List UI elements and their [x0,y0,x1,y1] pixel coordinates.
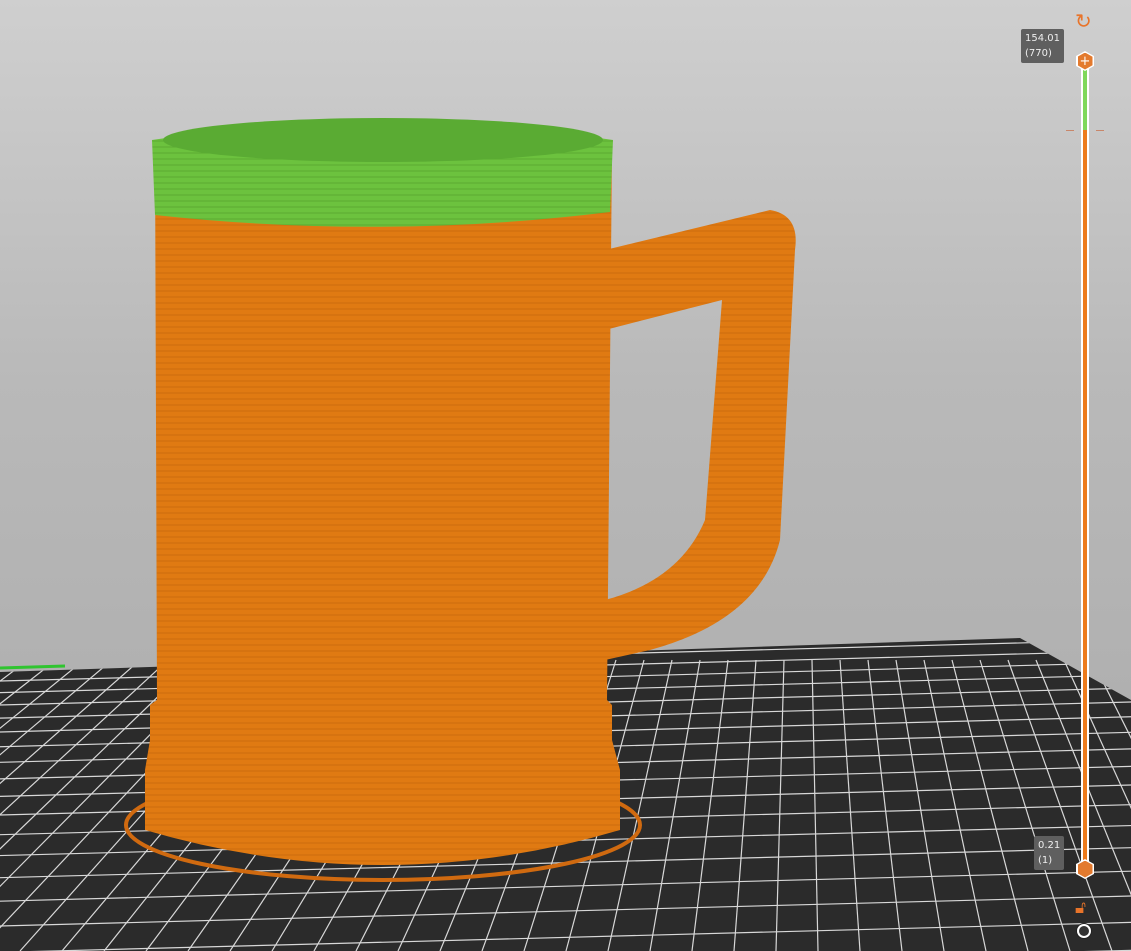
unlock-icon[interactable]: 🔓︎ [1075,898,1086,918]
upper-thumb-label: 154.01 (770) [1021,29,1064,63]
mug-rim-opening [163,118,603,162]
mug-body [145,150,620,865]
slider-printed-segment [1083,130,1087,868]
layer-slider-track[interactable] [1081,62,1089,868]
3d-preview-viewport[interactable] [0,0,1131,951]
axis-x-indicator [0,664,66,670]
slider-unprinted-segment [1083,62,1087,130]
slider-tick-mark [1066,130,1104,131]
lower-thumb-label: 0.21 (1) [1034,836,1065,870]
mug-handle [605,210,796,660]
plus-icon: + [1077,52,1093,70]
undo-arrow-icon[interactable]: ↻ [1075,11,1092,31]
settings-cog-icon[interactable] [1077,924,1091,938]
